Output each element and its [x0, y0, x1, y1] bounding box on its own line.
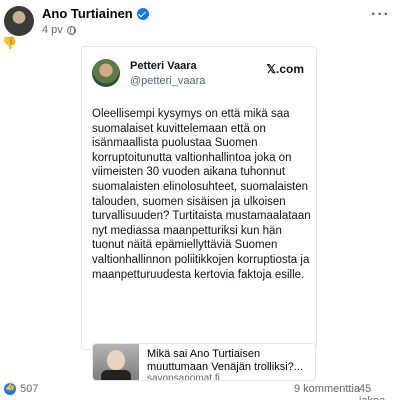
more-options-icon[interactable]: ···: [371, 7, 390, 23]
verified-badge-icon: [136, 7, 149, 20]
link-title-line1: Mikä sai Ano Turtiaisen: [147, 348, 261, 360]
link-preview[interactable]: Mikä sai Ano Turtiaisen muuttumaan Venäj…: [92, 343, 316, 381]
tweet-text: Oleellisempi kysymys on että mikä saa su…: [92, 108, 311, 281]
link-thumbnail: [93, 344, 139, 380]
tweet-avatar: [92, 59, 120, 87]
comment-count[interactable]: 9 kommenttia: [294, 383, 360, 395]
share-count[interactable]: 45 jakoa: [359, 383, 400, 400]
globe-icon: [66, 25, 76, 35]
post-header: Ano Turtiainen 4 pv ··· 👎: [0, 0, 400, 50]
author-row: Ano Turtiainen: [42, 6, 149, 21]
post-meta: 4 pv: [42, 24, 76, 36]
post-footer: 507 9 kommenttia · 45 jakoa: [0, 380, 400, 400]
reaction-count[interactable]: 507: [20, 383, 38, 395]
tweet-handle: @petteri_vaara: [130, 75, 206, 87]
author-name[interactable]: Ano Turtiainen: [42, 6, 133, 21]
like-reaction-icon[interactable]: [4, 382, 16, 395]
post-emoji: 👎: [2, 36, 17, 50]
x-logo-icon: 𝕏.com: [266, 62, 304, 76]
author-avatar[interactable]: [4, 6, 34, 36]
quoted-tweet-card[interactable]: Petteri Vaara @petteri_vaara 𝕏.com Oleel…: [81, 46, 317, 350]
post-time[interactable]: 4 pv: [42, 24, 63, 36]
separator-dot: ·: [354, 383, 358, 395]
tweet-author-name: Petteri Vaara: [130, 60, 197, 72]
